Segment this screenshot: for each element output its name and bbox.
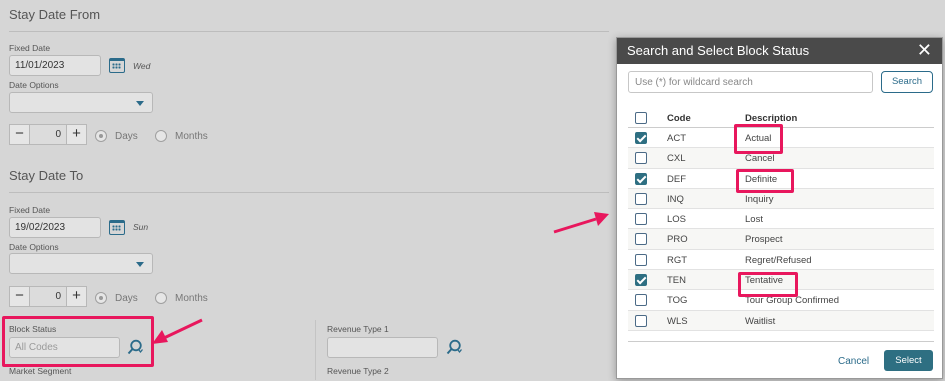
row-code: PRO: [667, 234, 688, 246]
row-description: Inquiry: [745, 193, 774, 205]
offset-from-stepper[interactable]: − 0 +: [9, 124, 87, 145]
row-checkbox[interactable]: [635, 192, 647, 205]
decrement-button[interactable]: −: [9, 124, 30, 145]
increment-button[interactable]: +: [66, 286, 87, 307]
row-checkbox[interactable]: [635, 314, 647, 327]
table-row[interactable]: PRO Prospect: [628, 229, 934, 250]
row-code: CXL: [667, 153, 686, 165]
offset-from-value[interactable]: 0: [30, 124, 66, 145]
search-input[interactable]: Use (*) for wildcard search: [628, 71, 873, 93]
annotation-arrow: [553, 212, 609, 234]
row-code: WLS: [667, 315, 688, 327]
stay-date-from-title: Stay Date From: [9, 7, 101, 22]
row-code: LOS: [667, 214, 687, 226]
block-status-dialog: Search and Select Block Status ✕ Use (*)…: [616, 37, 943, 379]
revenue-type-1-input[interactable]: [327, 337, 438, 358]
dialog-title: Search and Select Block Status: [627, 43, 810, 58]
row-description: Tour Group Confirmed: [745, 295, 839, 307]
select-button[interactable]: Select: [884, 350, 933, 371]
calendar-icon[interactable]: [109, 220, 125, 235]
divider: [9, 31, 609, 32]
months-to-label: Months: [175, 293, 208, 304]
revenue-type-1-label: Revenue Type 1: [327, 324, 389, 334]
row-checkbox[interactable]: [635, 172, 647, 185]
row-checkbox[interactable]: [635, 213, 647, 226]
row-checkbox[interactable]: [635, 253, 647, 266]
close-icon[interactable]: ✕: [917, 41, 932, 59]
annotation-arrow: [152, 318, 203, 344]
column-divider: [315, 320, 316, 380]
highlight-box: [736, 169, 794, 193]
row-checkbox[interactable]: [635, 294, 647, 307]
row-checkbox[interactable]: [635, 233, 647, 246]
row-checkbox[interactable]: [635, 274, 647, 287]
row-code: TOG: [667, 295, 688, 307]
market-segment-label: Market Segment: [9, 366, 72, 376]
fixed-date-to-input[interactable]: 19/02/2023: [9, 217, 101, 238]
days-from-label: Days: [115, 131, 138, 142]
row-description: Cancel: [745, 153, 775, 165]
highlight-box: [738, 272, 798, 297]
months-from-label: Months: [175, 131, 208, 142]
chevron-down-icon: [136, 262, 144, 267]
row-code: ACT: [667, 133, 686, 144]
row-code: INQ: [667, 193, 684, 205]
column-header-code: Code: [667, 113, 691, 124]
date-options-from-label: Date Options: [9, 80, 59, 90]
stay-date-to-title: Stay Date To: [9, 168, 84, 183]
days-from-radio[interactable]: [95, 130, 107, 142]
column-header-description: Description: [745, 113, 798, 124]
days-to-radio[interactable]: [95, 292, 107, 304]
highlight-box: [734, 124, 783, 154]
row-code: TEN: [667, 275, 686, 287]
dialog-header: Search and Select Block Status ✕: [617, 38, 942, 64]
row-checkbox[interactable]: [635, 152, 647, 165]
fixed-date-from-label: Fixed Date: [9, 43, 51, 53]
revenue-type-2-label: Revenue Type 2: [327, 366, 389, 376]
days-to-label: Days: [115, 293, 138, 304]
increment-button[interactable]: +: [66, 124, 87, 145]
row-description: Waitlist: [745, 315, 776, 327]
calendar-icon[interactable]: [109, 58, 125, 73]
fixed-date-to-label: Fixed Date: [9, 205, 51, 215]
divider: [9, 192, 609, 193]
table-row[interactable]: RGT Regret/Refused: [628, 250, 934, 271]
cancel-button[interactable]: Cancel: [838, 356, 869, 367]
table-row[interactable]: WLS Waitlist: [628, 310, 934, 331]
months-to-radio[interactable]: [155, 292, 167, 304]
highlight-box: [2, 316, 154, 367]
offset-to-stepper[interactable]: − 0 +: [9, 286, 87, 307]
row-code: RGT: [667, 254, 688, 266]
date-options-to-select[interactable]: [9, 253, 153, 274]
search-button[interactable]: Search: [881, 71, 933, 93]
select-all-checkbox[interactable]: [635, 112, 647, 124]
date-options-to-label: Date Options: [9, 242, 59, 252]
offset-to-value[interactable]: 0: [30, 286, 66, 307]
fixed-date-from-input[interactable]: 11/01/2023: [9, 55, 101, 76]
day-name-from: Wed: [133, 61, 151, 71]
row-code: DEF: [667, 173, 686, 185]
row-description: Lost: [745, 214, 763, 226]
row-description: Prospect: [745, 234, 783, 246]
decrement-button[interactable]: −: [9, 286, 30, 307]
months-from-radio[interactable]: [155, 130, 167, 142]
day-name-to: Sun: [133, 222, 149, 232]
chevron-down-icon: [136, 101, 144, 106]
date-options-from-select[interactable]: [9, 92, 153, 113]
divider: [628, 341, 934, 342]
table-row[interactable]: LOS Lost: [628, 209, 934, 230]
lookup-search-icon[interactable]: [446, 339, 462, 355]
row-description: Regret/Refused: [745, 254, 812, 266]
row-checkbox[interactable]: [635, 132, 647, 144]
